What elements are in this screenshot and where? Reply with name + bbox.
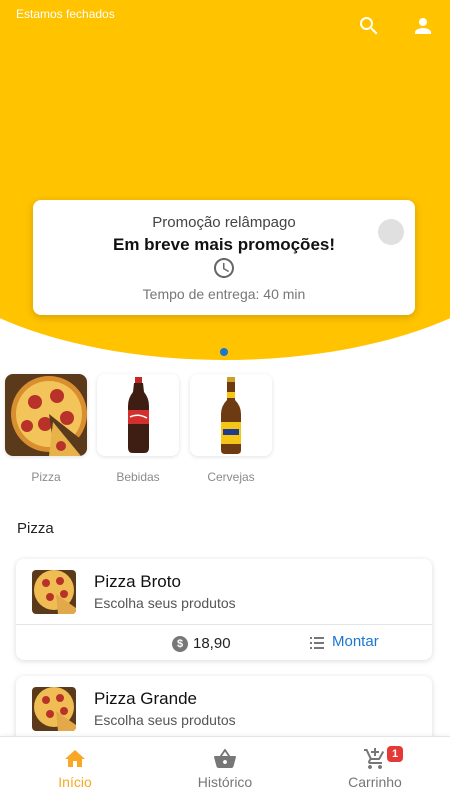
home-icon	[63, 747, 87, 771]
nav-label: Início	[58, 774, 92, 790]
delivery-time: Tempo de entrega: 40 min	[142, 286, 306, 302]
category-label: Bebidas	[116, 470, 160, 484]
dollar-icon: $	[172, 635, 188, 652]
cart-add-icon	[363, 747, 387, 771]
category-cervejas[interactable]: Cervejas	[190, 374, 272, 484]
promo-toggle[interactable]	[378, 219, 404, 245]
product-card-pizza-broto[interactable]: Pizza Broto Escolha seus produtos $ 18,9…	[16, 559, 432, 660]
product-name: Pizza Grande	[94, 689, 197, 708]
nav-label: Carrinho	[348, 774, 402, 790]
soda-bottle-image	[97, 374, 179, 456]
pizza-image	[5, 374, 87, 456]
beer-bottle-image	[190, 374, 272, 456]
bottom-navigation: Início Histórico 1 Carrinho	[0, 736, 450, 800]
promo-title: Em breve mais promoções!	[112, 235, 336, 254]
product-description: Escolha seus produtos	[94, 595, 236, 611]
pizza-thumbnail	[32, 687, 76, 731]
montar-label: Montar	[332, 633, 379, 650]
montar-button[interactable]: Montar	[310, 633, 379, 650]
nav-inicio[interactable]: Início	[0, 737, 150, 800]
product-description: Escolha seus produtos	[94, 712, 236, 728]
cart-badge: 1	[387, 746, 403, 762]
list-icon	[310, 636, 324, 649]
nav-label: Histórico	[197, 774, 253, 790]
nav-historico[interactable]: Histórico	[150, 737, 300, 800]
pizza-thumbnail	[32, 570, 76, 614]
category-label: Cervejas	[207, 470, 255, 484]
search-icon[interactable]	[357, 14, 381, 38]
promo-subtitle: Promoção relâmpago	[152, 214, 296, 231]
product-footer: $ 18,90 Montar	[16, 624, 432, 660]
product-name: Pizza Broto	[94, 572, 181, 591]
carousel-indicator-dot[interactable]	[220, 348, 228, 356]
price-value: 18,90	[193, 635, 231, 652]
nav-carrinho[interactable]: 1 Carrinho	[300, 737, 450, 800]
person-icon[interactable]	[411, 14, 435, 38]
category-list: Pizza Bebidas Cervejas	[0, 374, 450, 494]
category-pizza[interactable]: Pizza	[5, 374, 87, 484]
store-status: Estamos fechados	[16, 7, 115, 21]
clock-icon	[212, 256, 236, 280]
section-title: Pizza	[17, 520, 54, 537]
product-price: $ 18,90	[172, 635, 231, 652]
category-bebidas[interactable]: Bebidas	[97, 374, 179, 484]
basket-icon	[213, 747, 237, 771]
category-label: Pizza	[31, 470, 61, 484]
promo-card[interactable]: Promoção relâmpago Em breve mais promoçõ…	[33, 200, 415, 315]
